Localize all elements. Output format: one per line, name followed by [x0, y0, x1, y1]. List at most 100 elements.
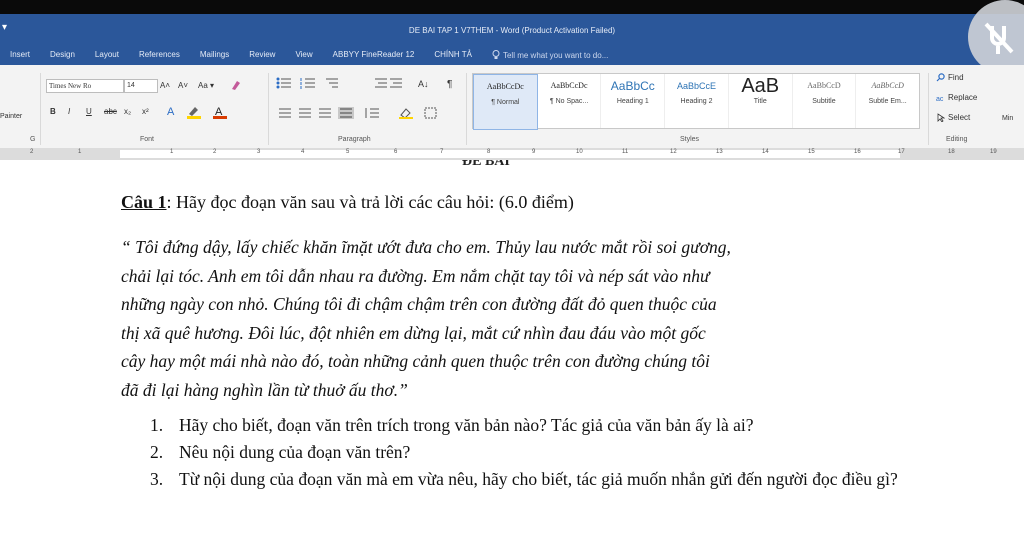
subscript-button[interactable]: x₂: [124, 107, 131, 116]
passage-line: thị xã quê hương. Đôi lúc, đột nhiên em …: [121, 322, 706, 343]
ruler-number: 1: [170, 149, 174, 155]
style-heading-1[interactable]: AaBbCc Heading 1: [601, 74, 666, 128]
styles-gallery: AaBbCcDc ¶ Normal AaBbCcDc ¶ No Spac... …: [472, 73, 920, 130]
font-name-select[interactable]: Times New Ro: [46, 79, 124, 93]
multilevel-icon[interactable]: [324, 77, 340, 89]
passage-line: cây hay một mái nhà nào đó, toàn những c…: [121, 351, 710, 371]
tab-references[interactable]: References: [129, 50, 190, 60]
list-number: 3.: [150, 469, 164, 489]
tab-review[interactable]: Review: [239, 50, 285, 60]
ruler-number: 8: [487, 149, 491, 155]
passage-line: chải lại tóc. Anh em tôi dẫn nhau ra đườ…: [121, 265, 710, 286]
ruler-text-area: [120, 150, 900, 158]
tab-view[interactable]: View: [285, 50, 322, 60]
strikethrough-button[interactable]: abc: [104, 107, 117, 116]
superscript-button[interactable]: x²: [142, 107, 149, 116]
text-effects-icon[interactable]: A: [166, 105, 180, 117]
style-name: Heading 2: [680, 98, 713, 105]
highlight-icon[interactable]: [186, 105, 202, 119]
list-number: 1.: [150, 415, 164, 435]
shading-icon[interactable]: [398, 107, 414, 119]
style-name: ¶ No Spac...: [549, 98, 589, 105]
italic-button[interactable]: I: [68, 107, 70, 116]
underline-button[interactable]: U: [86, 107, 92, 116]
question-1-heading: Câu 1: Hãy đọc đoạn văn sau và trả lời c…: [121, 192, 574, 213]
group-divider: [928, 73, 929, 145]
style-no-spacing[interactable]: AaBbCcDc ¶ No Spac...: [538, 74, 602, 128]
font-color-icon[interactable]: A: [212, 105, 228, 119]
replace-icon: ac: [936, 96, 944, 102]
bold-button[interactable]: B: [50, 107, 56, 116]
clear-formatting-icon[interactable]: [230, 79, 242, 91]
list-item: 2. Nêu nội dung của đoạn văn trên?: [150, 440, 910, 464]
style-name: Heading 1: [616, 98, 649, 105]
tab-design[interactable]: Design: [40, 50, 85, 60]
style-normal[interactable]: AaBbCcDc ¶ Normal: [473, 74, 538, 130]
style-name: Title: [753, 98, 767, 105]
pilcrow-icon[interactable]: ¶: [446, 77, 456, 89]
replace-label: Replace: [948, 93, 978, 102]
indent-icon[interactable]: [374, 77, 404, 89]
horizontal-ruler[interactable]: 2 1 1 2 3 4 5 6 7 8 9 10 11 12 13 14 15 …: [0, 148, 1024, 160]
style-name: Subtitle: [812, 98, 836, 105]
ruler-number: 9: [532, 149, 536, 155]
bullets-icon[interactable]: [276, 77, 292, 89]
sort-icon[interactable]: A↓: [418, 77, 430, 89]
font-group-label: Font: [140, 136, 155, 143]
styles-group-label: Styles: [680, 136, 700, 143]
list-item: 3. Từ nội dung của đoạn văn mà em vừa nê…: [150, 467, 910, 491]
svg-text:¶: ¶: [447, 79, 452, 89]
shrink-font-button[interactable]: A˅: [178, 81, 188, 90]
question-1-text: : Hãy đọc đoạn văn sau và trả lời các câ…: [166, 192, 574, 212]
ribbon-tab-list: Insert Design Layout References Mailings…: [0, 50, 618, 60]
tell-me-box[interactable]: Tell me what you want to do...: [482, 50, 618, 60]
list-number: 2.: [150, 442, 164, 462]
editing-group-label: Editing: [946, 136, 968, 143]
select-icon: [937, 113, 945, 122]
list-text: Hãy cho biết, đoạn văn trên trích trong …: [179, 415, 754, 435]
grow-font-button[interactable]: A˄: [160, 81, 170, 90]
change-case-button[interactable]: Aa ▾: [198, 81, 214, 90]
overflow-group[interactable]: Min: [1002, 115, 1013, 122]
numbering-icon[interactable]: [300, 77, 316, 89]
ruler-number: 4: [301, 149, 305, 155]
title-and-tabs-bar: ▾ DE BAI TAP 1 V7THEM - Word (Product Ac…: [0, 0, 1024, 74]
tab-chinh-ta[interactable]: CHÍNH TẢ: [424, 50, 482, 60]
ruler-number: 17: [898, 149, 905, 155]
style-subtitle[interactable]: AaBbCcD Subtitle: [793, 74, 857, 128]
ruler-number: 6: [394, 149, 398, 155]
style-preview: AaBbCcD: [807, 81, 841, 90]
font-size-select[interactable]: 14: [124, 79, 158, 93]
align-icon[interactable]: [278, 107, 358, 119]
svg-text:ac: ac: [936, 96, 944, 102]
passage-line: những ngày con nhỏ. Chúng tôi đi chậm ch…: [121, 294, 717, 314]
tab-insert[interactable]: Insert: [0, 50, 40, 60]
passage-line: “ Tôi đứng dậy, lấy chiếc khăn ĩmặt ướt …: [121, 237, 731, 257]
find-button[interactable]: Find: [936, 73, 964, 82]
ruler-number: 13: [716, 149, 723, 155]
tab-layout[interactable]: Layout: [85, 50, 129, 60]
ruler-number: 15: [808, 149, 815, 155]
svg-text:A↓: A↓: [418, 79, 429, 89]
ruler-number: 5: [346, 149, 350, 155]
style-preview: AaBbCcE: [677, 81, 717, 91]
style-preview: AaBbCcDc: [486, 82, 524, 91]
tab-mailings[interactable]: Mailings: [190, 50, 239, 60]
style-title[interactable]: AaB Title: [729, 74, 793, 128]
format-painter-button[interactable]: Painter: [0, 113, 22, 120]
question-1-label: Câu 1: [121, 192, 167, 212]
line-spacing-icon[interactable]: [364, 107, 380, 119]
replace-button[interactable]: ac Replace: [936, 93, 977, 102]
style-preview: AaBbCc: [610, 79, 655, 93]
style-subtle-emphasis[interactable]: AaBbCcD Subtle Em...: [856, 74, 919, 128]
list-text: Từ nội dung của đoạn văn mà em vừa nêu, …: [179, 469, 898, 489]
style-preview: AaB: [741, 75, 780, 97]
style-name: ¶ Normal: [491, 99, 520, 106]
border-icon[interactable]: [424, 107, 438, 119]
style-heading-2[interactable]: AaBbCcE Heading 2: [665, 74, 729, 128]
window-top-bar: [0, 0, 1024, 14]
select-button[interactable]: Select: [936, 113, 970, 122]
lightbulb-icon: [492, 50, 500, 59]
tab-abbyy[interactable]: ABBYY FineReader 12: [323, 50, 425, 60]
list-item: 1. Hãy cho biết, đoạn văn trên trích tro…: [150, 413, 910, 437]
